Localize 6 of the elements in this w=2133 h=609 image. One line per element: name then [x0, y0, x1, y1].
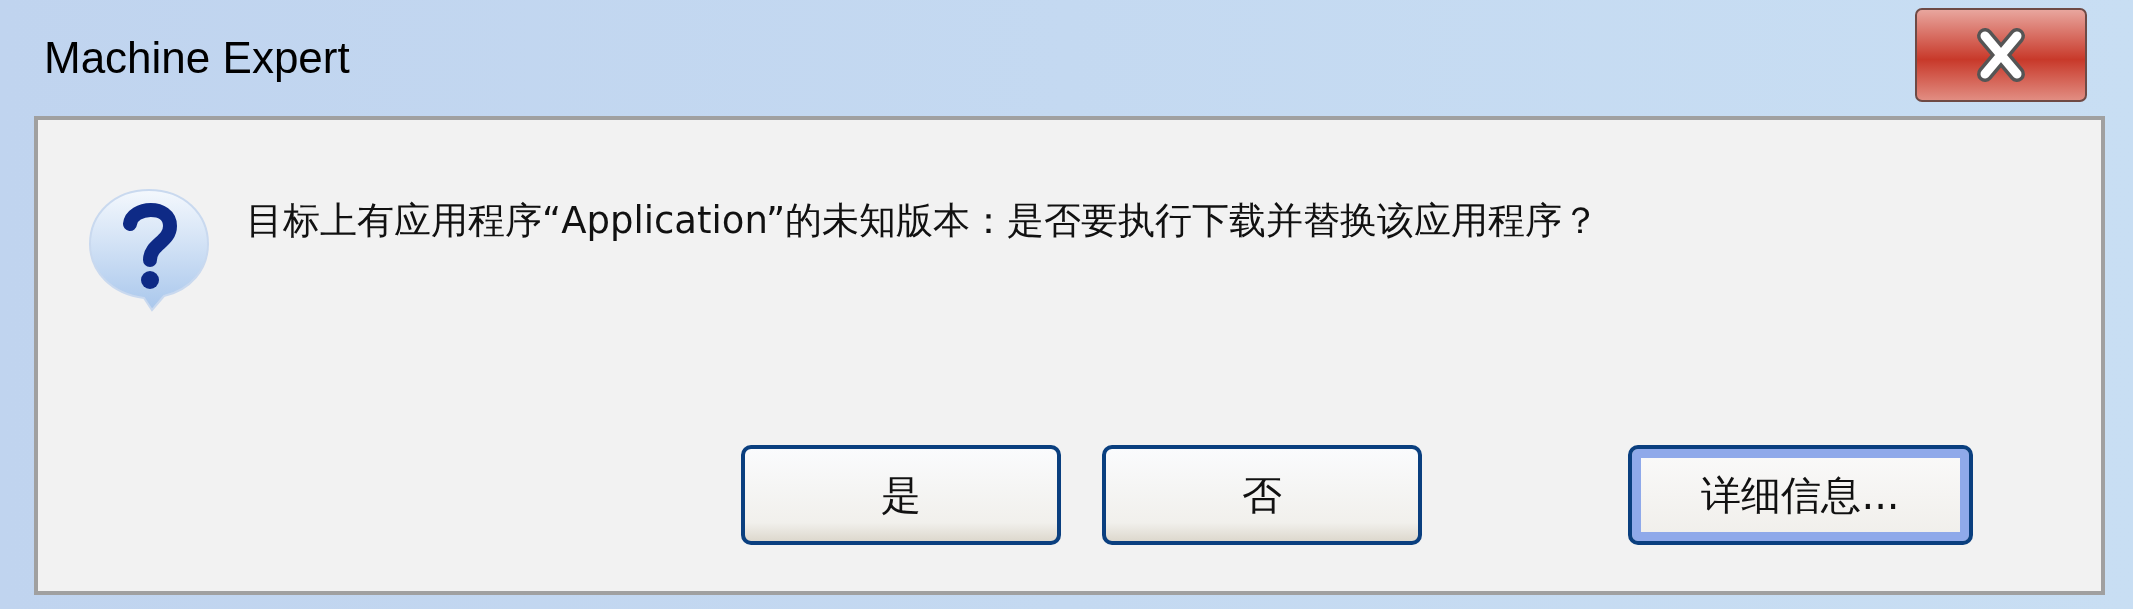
dialog-button[interactable]: 详细信息...	[1628, 445, 1973, 545]
message-text: 目标上有应用程序“Application”的未知版本：是否要执行下载并替换该应用程序？	[246, 198, 1600, 244]
window-title: Machine Expert	[44, 33, 350, 83]
dialog-button[interactable]: 是	[741, 445, 1061, 545]
dialog-button[interactable]: 否	[1102, 445, 1422, 545]
close-button[interactable]	[1915, 6, 2087, 102]
